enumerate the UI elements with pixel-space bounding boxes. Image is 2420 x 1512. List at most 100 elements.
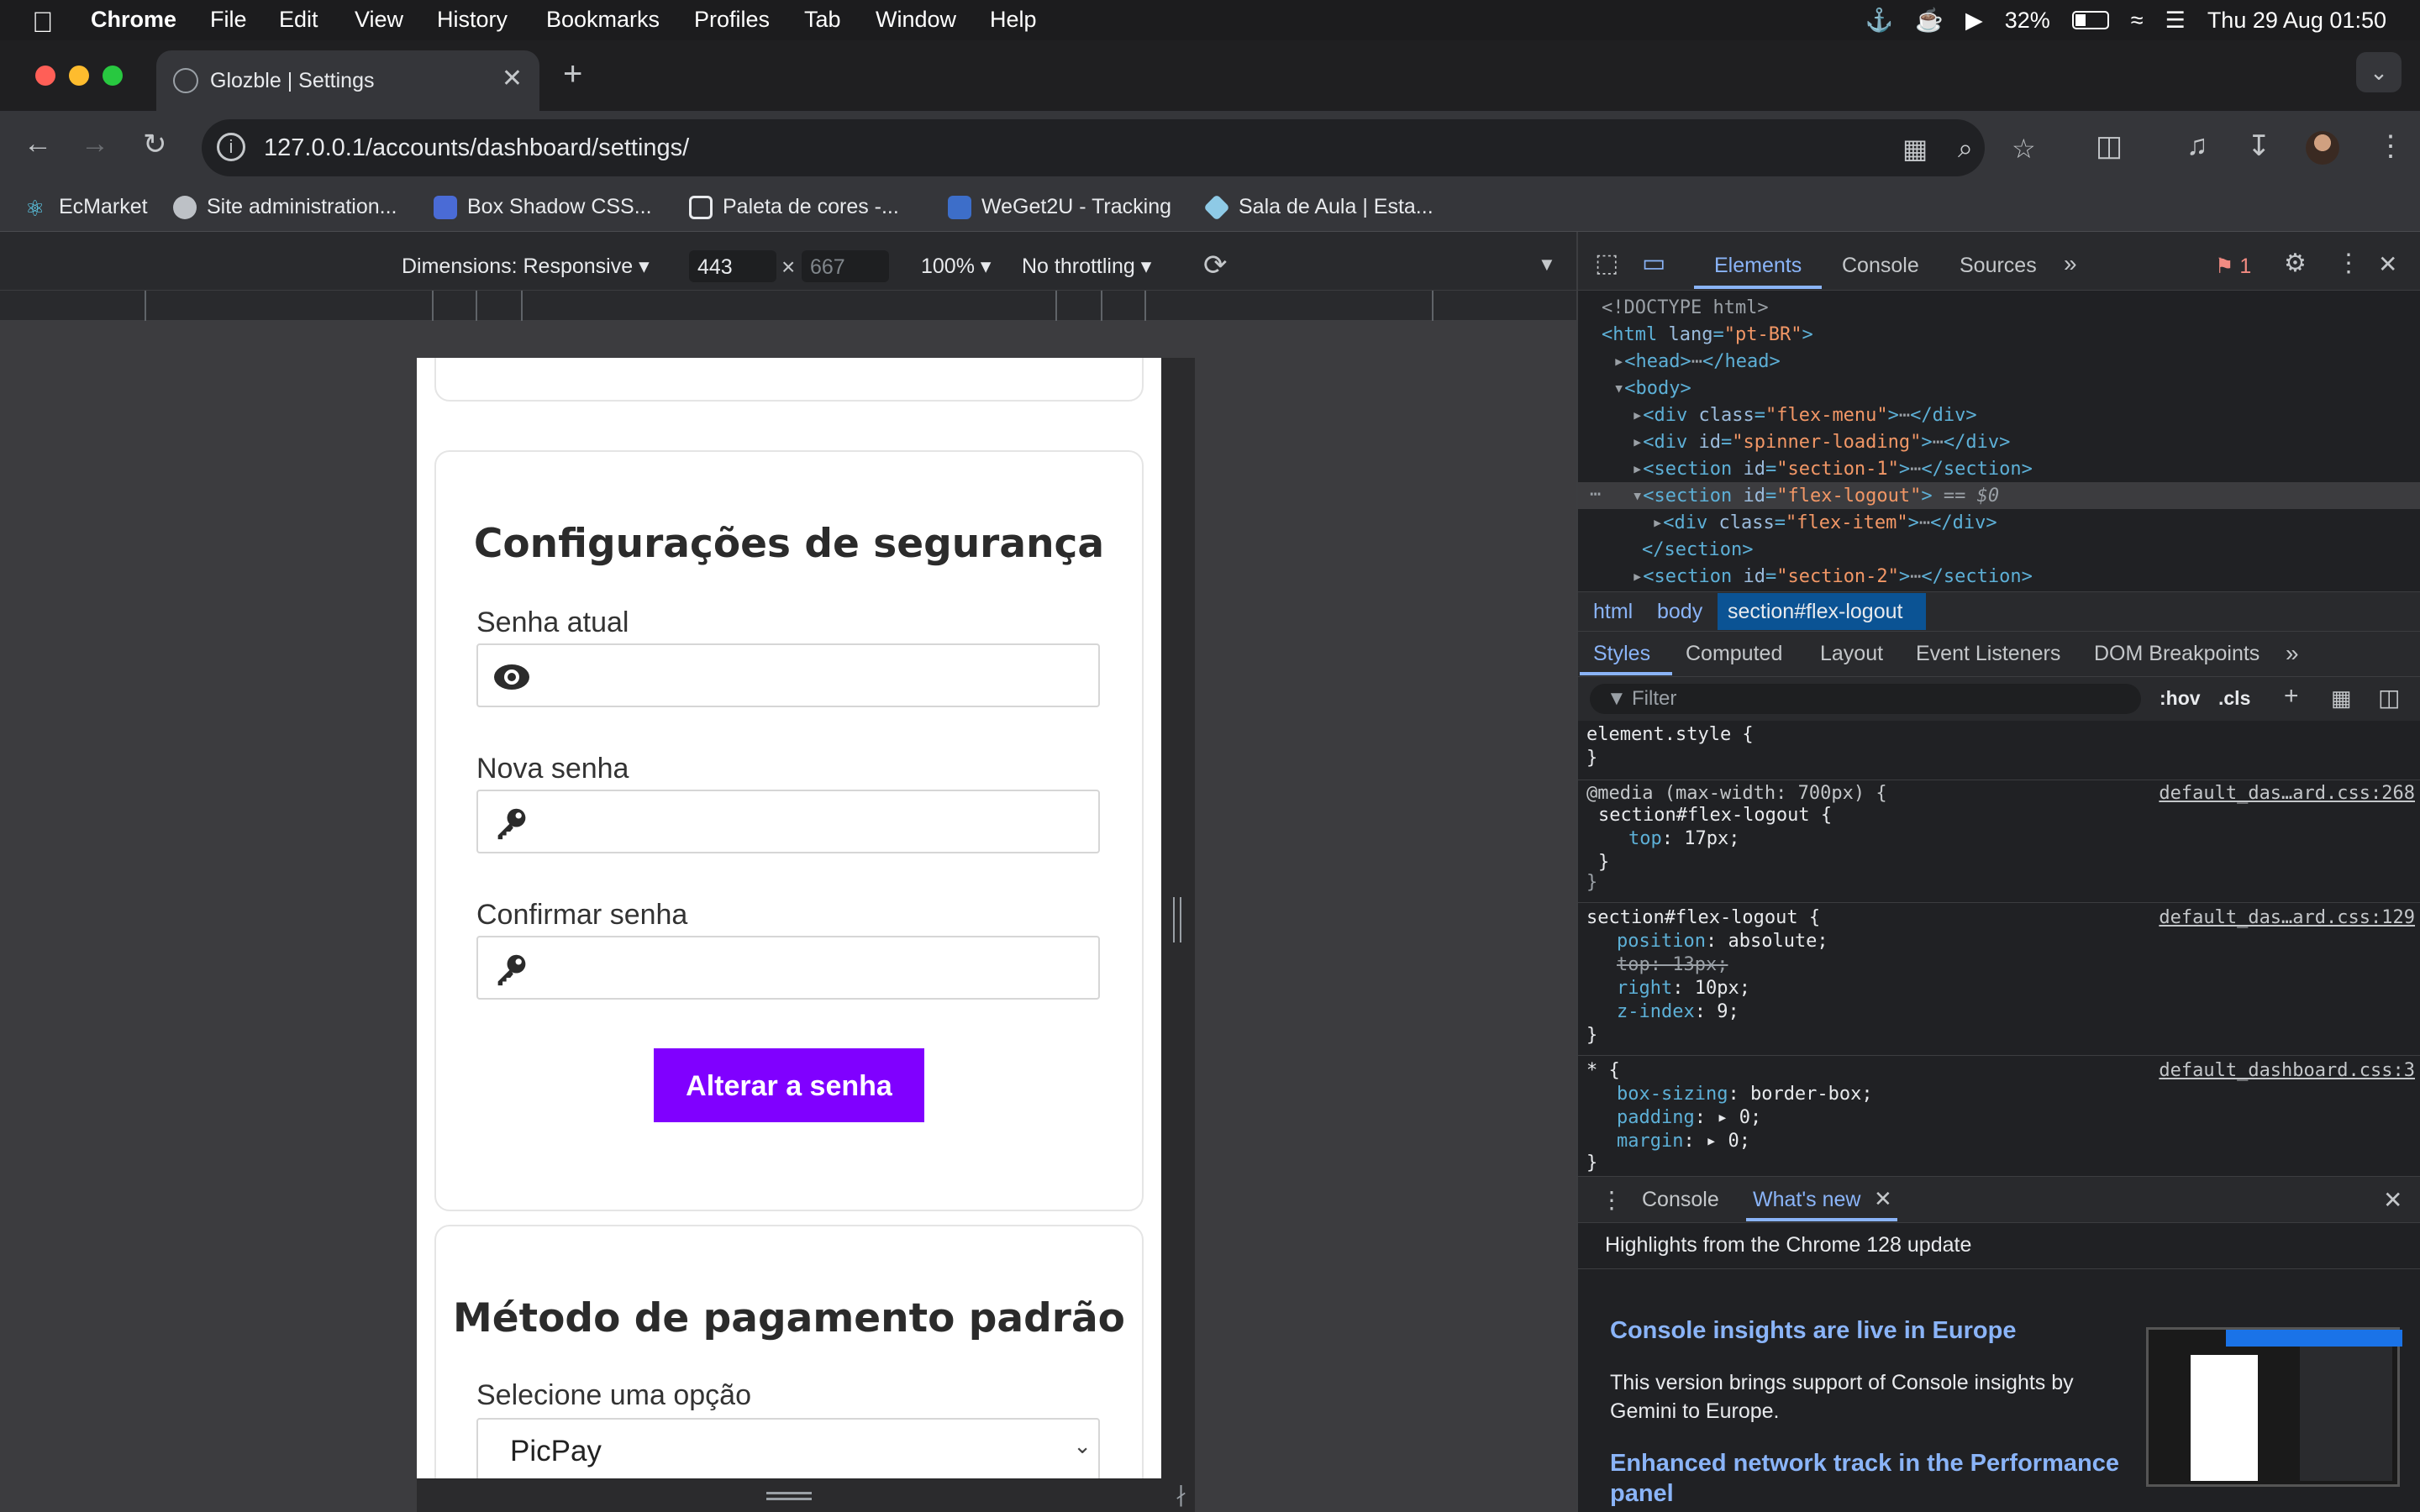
throttling-dropdown[interactable]: No throttling ▾ <box>1022 254 1151 279</box>
screenshot-thumbnail[interactable] <box>2146 1327 2402 1487</box>
tab-styles[interactable]: Styles <box>1593 642 1650 666</box>
viewport-bottom-resizer[interactable]: ∤ <box>417 1478 1195 1512</box>
dom-spinner-node[interactable]: ▸<div id="spinner-loading">⋯</div> <box>1632 432 2010 453</box>
inspect-element-icon[interactable]: ⬚ <box>1595 249 1618 278</box>
coffee-icon[interactable]: ☕ <box>1915 7 1944 34</box>
bookmark-ecmarket[interactable]: ⚛ EcMarket <box>25 195 148 221</box>
dom-body-node[interactable]: ▾<body> <box>1613 378 1691 399</box>
settings-gear-icon[interactable]: ⚙ <box>2284 249 2307 278</box>
paint-brush-icon[interactable]: ▦ <box>2331 685 2352 711</box>
more-styles-tabs-icon[interactable]: » <box>2286 640 2299 667</box>
styles-filter-input[interactable]: ▼ Filter <box>1590 684 2141 714</box>
eye-icon[interactable] <box>493 660 530 694</box>
dom-flex-item-node[interactable]: ▸<div class="flex-item">⋯</div> <box>1652 512 1997 533</box>
menu-edit[interactable]: Edit <box>279 7 318 33</box>
new-password-input[interactable] <box>476 790 1100 853</box>
dom-flex-logout-node[interactable]: ▾<section id="flex-logout"> == $0 <box>1632 486 1999 507</box>
rule-source-link[interactable]: default_das…ard.css:129 <box>2159 907 2415 928</box>
bookmark-site-admin[interactable]: Site administration... <box>173 195 397 219</box>
padding-decl[interactable]: padding: ▸ 0; <box>1617 1107 1761 1128</box>
new-rule-plus-icon[interactable]: + <box>2284 682 2299 711</box>
maximize-window-button[interactable] <box>103 66 123 86</box>
tab-console[interactable]: Console <box>1842 254 1919 278</box>
element-style-rule[interactable]: element.style { <box>1586 724 1754 745</box>
whats-new-heading-2a[interactable]: Enhanced network track in the Performanc… <box>1610 1450 2119 1478</box>
forward-arrow-icon[interactable]: → <box>81 128 109 160</box>
tab-event-listeners[interactable]: Event Listeners <box>1916 642 2060 666</box>
zoom-dropdown[interactable]: 100% ▾ <box>921 254 991 279</box>
close-drawer-icon[interactable]: ✕ <box>2383 1186 2402 1214</box>
menu-bookmarks[interactable]: Bookmarks <box>546 7 660 33</box>
menu-window[interactable]: Window <box>876 7 956 33</box>
drawer-menu-icon[interactable]: ⋮ <box>1600 1186 1623 1214</box>
download-icon[interactable]: ↧ <box>2247 129 2271 163</box>
dom-section2-node[interactable]: ▸<section id="section-2">⋯</section> <box>1632 566 2033 587</box>
more-tabs-icon[interactable]: » <box>2064 250 2077 277</box>
issues-badge[interactable]: ⚑ 1 <box>2215 254 2251 279</box>
whats-new-heading-1[interactable]: Console insights are live in Europe <box>1610 1317 2016 1345</box>
profile-avatar[interactable] <box>2306 131 2339 165</box>
device-options-chevron-icon[interactable]: ▼ <box>1538 254 1556 276</box>
tab-layout[interactable]: Layout <box>1820 642 1883 666</box>
media-source-link[interactable]: default_das…ard.css:268 <box>2159 783 2415 804</box>
dimensions-dropdown[interactable]: Dimensions: Responsive ▾ <box>402 254 650 279</box>
battery-icon[interactable] <box>2071 11 2109 29</box>
bookmark-star-icon[interactable]: ☆ <box>2012 133 2036 165</box>
hov-toggle[interactable]: :hov <box>2160 687 2201 710</box>
close-devtools-icon[interactable]: ✕ <box>2378 250 2397 278</box>
zoom-icon[interactable]: ⌕ <box>1958 133 1973 165</box>
drawer-tab-console[interactable]: Console <box>1642 1188 1719 1212</box>
url-text[interactable]: 127.0.0.1/accounts/dashboard/settings/ <box>264 134 689 162</box>
tab-elements[interactable]: Elements <box>1714 254 1802 278</box>
resize-handle-icon[interactable] <box>1173 897 1181 942</box>
menu-app-name[interactable]: Chrome <box>91 7 176 33</box>
minimize-window-button[interactable] <box>69 66 89 86</box>
dom-row-more-icon[interactable]: ⋯ <box>1590 484 1601 505</box>
media-query-ruler[interactable] <box>0 291 1576 321</box>
menu-profiles[interactable]: Profiles <box>694 7 770 33</box>
rotate-icon[interactable]: ⟳ <box>1203 249 1228 282</box>
tab-search-chevron-icon[interactable]: ⌄ <box>2356 52 2402 92</box>
reload-icon[interactable]: ↻ <box>143 128 167 161</box>
height-input[interactable]: 667 <box>802 250 889 282</box>
zindex-decl[interactable]: z-index: 9; <box>1617 1001 1739 1022</box>
close-tab-icon[interactable]: ✕ <box>502 64 523 93</box>
device-toggle-icon[interactable]: ▭ <box>1642 249 1665 278</box>
current-password-input[interactable] <box>476 643 1100 707</box>
dom-head-node[interactable]: ▸<head>⋯</head> <box>1613 351 1781 372</box>
rule-selector[interactable]: section#flex-logout { <box>1586 907 1820 928</box>
payment-method-select[interactable]: PicPay ⌄ <box>476 1418 1100 1478</box>
breadcrumb-section[interactable]: section#flex-logout <box>1728 600 1902 624</box>
whats-new-heading-2b[interactable]: panel <box>1610 1480 1674 1508</box>
cls-toggle[interactable]: .cls <box>2218 687 2250 710</box>
menu-help[interactable]: Help <box>990 7 1037 33</box>
close-window-button[interactable] <box>35 66 55 86</box>
back-arrow-icon[interactable]: ← <box>24 128 52 160</box>
chrome-menu-icon[interactable]: ⋮ <box>2376 129 2405 163</box>
docker-icon[interactable]: ⚓ <box>1865 7 1894 34</box>
tab-dom-breakpoints[interactable]: DOM Breakpoints <box>2094 642 2260 666</box>
breadcrumb-body[interactable]: body <box>1657 600 1702 624</box>
top-decl-overridden[interactable]: top: 13px; <box>1617 954 1728 975</box>
position-decl[interactable]: position: absolute; <box>1617 931 1828 952</box>
media-selector[interactable]: section#flex-logout { <box>1598 805 1832 826</box>
menu-history[interactable]: History <box>437 7 508 33</box>
dom-tree[interactable]: <!DOCTYPE html> <html lang="pt-BR"> ▸<he… <box>1578 292 2420 591</box>
apple-icon[interactable]:  <box>32 7 54 39</box>
browser-tab-active[interactable]: Glozble | Settings ✕ <box>156 50 539 111</box>
margin-decl[interactable]: margin: ▸ 0; <box>1617 1131 1750 1152</box>
menu-view[interactable]: View <box>355 7 403 33</box>
corner-resize-icon[interactable]: ∤ <box>1176 1482 1186 1508</box>
bookmark-sala-aula[interactable]: Sala de Aula | Esta... <box>1203 193 1434 221</box>
drawer-tab-whats-new[interactable]: What's new <box>1753 1188 1860 1212</box>
bookmark-weget2u[interactable]: WeGet2U - Tracking <box>948 195 1171 219</box>
dom-flex-menu-node[interactable]: ▸<div class="flex-menu">⋯</div> <box>1632 405 1977 426</box>
dom-html-node[interactable]: <html lang="pt-BR"> <box>1602 324 1813 345</box>
tab-sources[interactable]: Sources <box>1960 254 2037 278</box>
confirm-password-input[interactable] <box>476 936 1100 1000</box>
media-control-icon[interactable]: ♫ <box>2186 129 2208 162</box>
bookmark-paleta[interactable]: Paleta de cores -... <box>689 195 899 219</box>
media-top-decl[interactable]: top: 17px; <box>1628 828 1739 849</box>
width-input[interactable]: 443 <box>689 250 776 282</box>
dom-section1-node[interactable]: ▸<section id="section-1">⋯</section> <box>1632 459 2033 480</box>
